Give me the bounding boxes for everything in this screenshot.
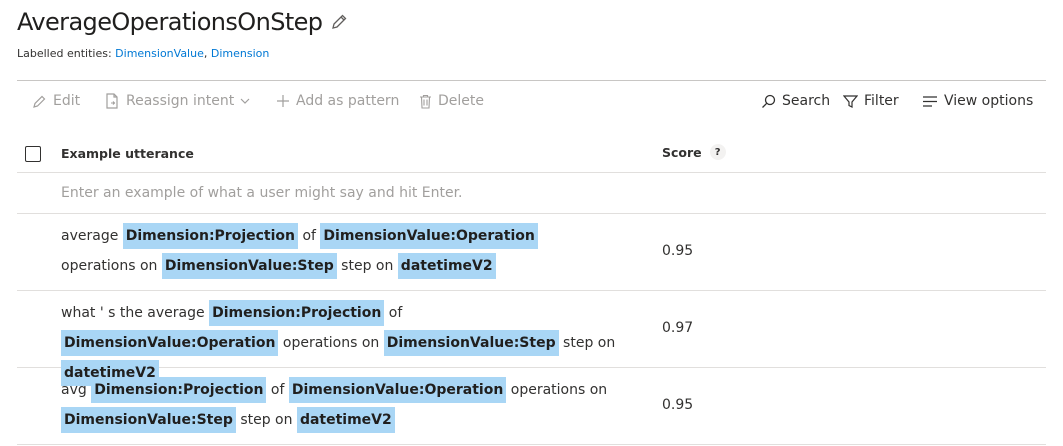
utterance-input[interactable] <box>61 182 761 204</box>
entity-chip[interactable]: datetimeV2 <box>397 253 496 279</box>
score-value: 0.95 <box>662 243 694 259</box>
entity-chip[interactable]: DimensionValue:Operation <box>320 223 538 249</box>
utterance-word: of <box>302 228 316 244</box>
select-all-checkbox[interactable] <box>25 146 41 162</box>
divider <box>17 80 1046 81</box>
entity-chip[interactable]: DimensionValue:Step <box>161 253 337 279</box>
utterance-word: operations on <box>61 258 158 274</box>
view-options-label: View options <box>944 93 1034 109</box>
delete-label: Delete <box>438 93 484 109</box>
utterance-text: average Dimension:Projection of Dimensio… <box>61 221 621 281</box>
table-header: Example utterance Score ? <box>17 135 1046 173</box>
score-label: Score <box>662 144 702 160</box>
entity-chip[interactable]: DimensionValue:Step <box>383 330 559 356</box>
funnel-icon <box>843 94 858 108</box>
edit-button[interactable]: Edit <box>32 84 80 118</box>
reassign-label: Reassign intent <box>126 93 235 109</box>
table-row[interactable]: what ' s the average Dimension:Projectio… <box>17 291 1046 386</box>
plus-icon <box>277 95 289 107</box>
column-header-utterance[interactable]: Example utterance <box>61 146 194 161</box>
column-header-score[interactable]: Score ? <box>662 144 726 160</box>
pencil-icon[interactable] <box>330 13 348 31</box>
entity-chip[interactable]: datetimeV2 <box>296 407 395 433</box>
entities-label: Labelled entities: <box>17 47 112 60</box>
utterance-word: step on <box>240 412 293 428</box>
utterance-word: step on <box>341 258 394 274</box>
entity-chip[interactable]: DimensionValue:Operation <box>288 377 507 403</box>
utterance-word: average <box>61 228 119 244</box>
utterance-word: operations on <box>510 382 608 398</box>
utterance-word: of <box>388 305 403 321</box>
entity-chip[interactable]: Dimension:Projection <box>91 377 267 403</box>
entity-link-dimensionvalue[interactable]: DimensionValue <box>115 47 204 60</box>
new-utterance-row <box>17 173 1046 214</box>
score-value: 0.97 <box>662 320 694 336</box>
page-header: AverageOperationsOnStep <box>17 8 348 36</box>
pencil-icon <box>33 95 46 108</box>
search-button[interactable]: Search <box>761 84 830 118</box>
add-pattern-label: Add as pattern <box>296 93 400 109</box>
trash-icon <box>420 94 431 109</box>
table-row[interactable]: average Dimension:Projection of Dimensio… <box>17 214 1046 291</box>
utterance-word: of <box>270 382 285 398</box>
labelled-entities: Labelled entities: DimensionValue, Dimen… <box>17 47 270 60</box>
entity-chip[interactable]: DimensionValue:Step <box>61 407 236 433</box>
document-icon <box>106 93 118 109</box>
command-bar: Edit Reassign intent Add as pattern Dele… <box>17 84 1046 118</box>
add-as-pattern-button[interactable]: Add as pattern <box>276 84 399 118</box>
edit-label: Edit <box>53 93 81 109</box>
entity-chip[interactable]: DimensionValue:Operation <box>61 330 279 356</box>
search-label: Search <box>782 93 831 109</box>
score-value: 0.95 <box>662 397 694 413</box>
entity-chip[interactable]: Dimension:Projection <box>122 223 299 249</box>
entity-link-dimension[interactable]: Dimension <box>211 47 269 60</box>
utterance-word: avg <box>61 382 87 398</box>
table-row[interactable]: avg Dimension:Projection of DimensionVal… <box>17 368 1046 445</box>
view-options-button[interactable]: View options <box>922 84 1033 118</box>
utterance-word: what ' s the average <box>61 305 205 321</box>
filter-button[interactable]: Filter <box>843 84 899 118</box>
chevron-down-icon <box>240 98 250 104</box>
search-icon <box>762 94 776 108</box>
list-icon <box>923 95 937 107</box>
entity-chip[interactable]: Dimension:Projection <box>209 300 385 326</box>
utterance-word: operations on <box>282 335 380 351</box>
help-icon[interactable]: ? <box>709 144 726 160</box>
utterance-word: step on <box>563 335 616 351</box>
delete-button[interactable]: Delete <box>419 84 484 118</box>
filter-label: Filter <box>864 93 899 109</box>
reassign-intent-button[interactable]: Reassign intent <box>105 84 250 118</box>
utterance-text: avg Dimension:Projection of DimensionVal… <box>61 375 621 435</box>
page-title: AverageOperationsOnStep <box>17 8 323 36</box>
